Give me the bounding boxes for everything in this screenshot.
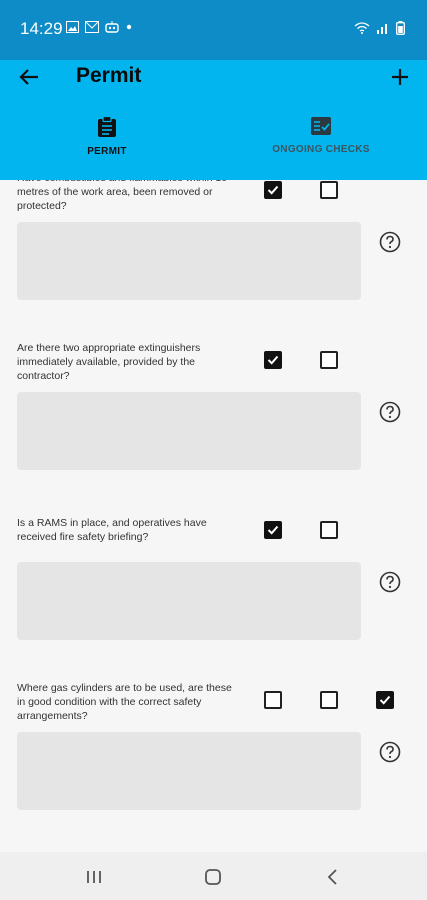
recent-apps-icon <box>87 871 101 883</box>
question-text: Are there two appropriate extinguishers … <box>17 342 201 382</box>
check-icon <box>267 185 279 195</box>
check-icon <box>267 355 279 365</box>
checkbox-no[interactable] <box>320 691 338 709</box>
checkbox-yes[interactable] <box>264 351 282 369</box>
signal-icon <box>377 24 387 34</box>
recent-apps-button[interactable] <box>83 866 105 888</box>
checkbox-no[interactable] <box>320 351 338 369</box>
battery-icon <box>396 21 405 35</box>
wifi-icon <box>354 22 370 34</box>
help-icon[interactable] <box>379 401 401 423</box>
tab-ongoing-checks-label: ONGOING CHECKS <box>272 144 370 155</box>
checklist-icon <box>311 117 331 135</box>
back-button[interactable] <box>14 62 44 92</box>
page-title: Permit <box>76 64 142 87</box>
mail-icon <box>85 21 99 33</box>
checkbox-na[interactable] <box>376 691 394 709</box>
help-icon[interactable] <box>379 231 401 253</box>
check-icon <box>379 695 391 705</box>
app-bar: Permit PERMIT ONGOING CHECKS <box>0 60 427 180</box>
arrow-left-icon <box>19 69 38 85</box>
image-icon <box>66 21 79 33</box>
status-time: 14:29 <box>20 19 63 38</box>
checkbox-yes[interactable] <box>264 521 282 539</box>
tab-ongoing-checks[interactable]: ONGOING CHECKS <box>256 116 386 172</box>
home-button[interactable] <box>202 866 224 888</box>
status-bar: 14:29 <box>0 0 427 60</box>
system-nav-bar <box>0 852 427 900</box>
question-text: Where gas cylinders are to be used, are … <box>17 682 232 722</box>
dot-icon <box>126 24 132 30</box>
checkbox-yes[interactable] <box>264 181 282 199</box>
clipboard-icon <box>98 116 116 137</box>
notes-input[interactable] <box>17 562 361 640</box>
system-icons <box>354 21 405 35</box>
help-icon[interactable] <box>379 741 401 763</box>
help-icon[interactable] <box>379 571 401 593</box>
checkbox-no[interactable] <box>320 181 338 199</box>
checkbox-yes[interactable] <box>264 691 282 709</box>
tab-permit[interactable]: PERMIT <box>60 116 154 172</box>
notes-input[interactable] <box>17 732 361 810</box>
tab-permit-label: PERMIT <box>87 146 127 157</box>
notes-input[interactable] <box>17 392 361 470</box>
home-icon <box>205 869 221 885</box>
back-icon <box>327 869 337 885</box>
add-button[interactable] <box>385 62 415 92</box>
question-text: Have combustibles and flammables within … <box>17 180 227 212</box>
plus-icon <box>392 69 408 85</box>
permit-questions-list: Have combustibles and flammables within … <box>0 180 427 852</box>
nav-back-button[interactable] <box>322 866 344 888</box>
checkbox-no[interactable] <box>320 521 338 539</box>
robot-icon <box>105 21 119 33</box>
notification-icons <box>66 21 133 33</box>
notes-input[interactable] <box>17 222 361 300</box>
check-icon <box>267 525 279 535</box>
question-text: Is a RAMS in place, and operatives have … <box>17 517 207 543</box>
